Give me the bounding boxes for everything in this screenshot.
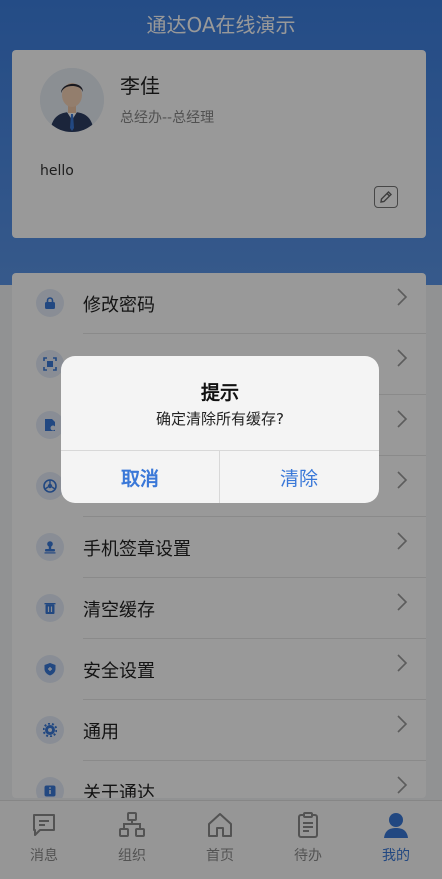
dialog-message: 确定清除所有缓存? (156, 410, 284, 428)
dialog-title: 提示 (200, 382, 239, 404)
cancel-button[interactable]: 取消 (61, 451, 219, 503)
confirm-dialog: 提示 确定清除所有缓存? 取消 清除 (61, 356, 379, 503)
clear-button[interactable]: 清除 (220, 451, 378, 503)
